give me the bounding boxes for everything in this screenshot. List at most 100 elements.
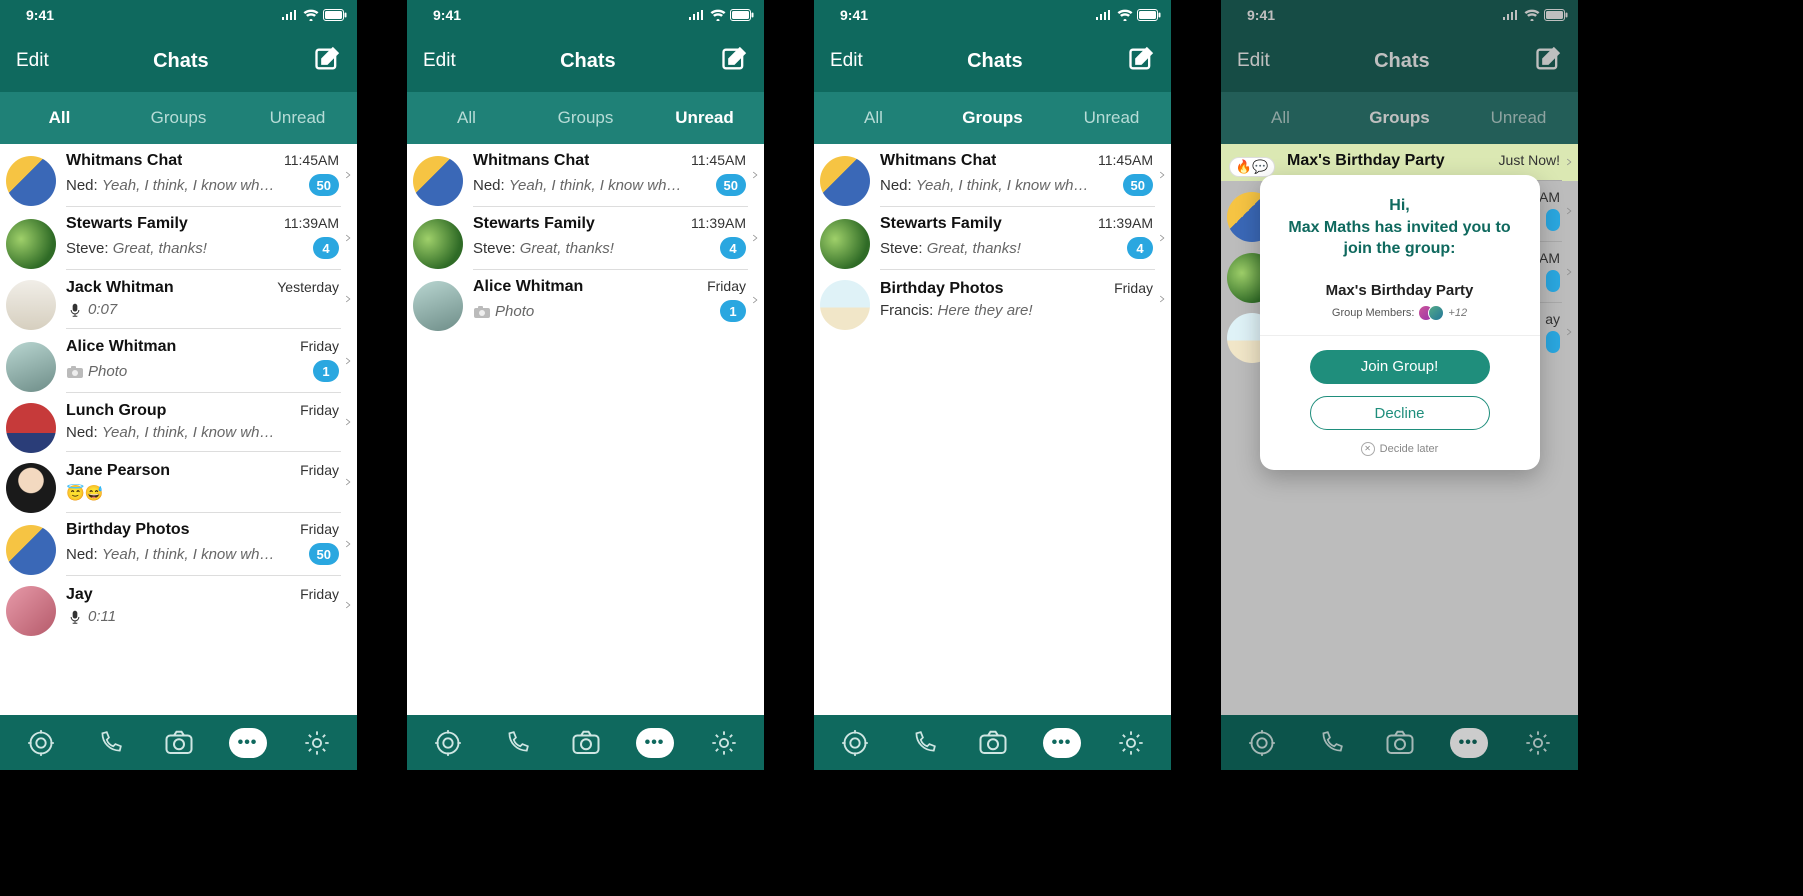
status-bar: 9:41 bbox=[407, 0, 764, 30]
tab-all[interactable]: All bbox=[0, 92, 119, 144]
status-time: 9:41 bbox=[840, 7, 868, 23]
sender-name: Ned: bbox=[880, 177, 916, 194]
chat-list[interactable]: Whitmans Chat11:45AMNed: Yeah, I think, … bbox=[814, 144, 1171, 715]
nav-status[interactable] bbox=[835, 723, 875, 763]
nav-status[interactable] bbox=[428, 723, 468, 763]
chevron-right-icon bbox=[1155, 168, 1169, 192]
chat-time: Friday bbox=[707, 278, 746, 294]
tab-groups[interactable]: Groups bbox=[119, 92, 238, 144]
header: Edit Chats bbox=[407, 30, 764, 92]
chat-row[interactable]: Jane PearsonFriday😇😅 bbox=[0, 453, 357, 513]
tab-unread[interactable]: Unread bbox=[1052, 92, 1171, 144]
emoji-preview: 😇😅 bbox=[66, 485, 103, 502]
chevron-right-icon bbox=[341, 598, 355, 622]
decline-button[interactable]: Decline bbox=[1310, 396, 1490, 430]
compose-button[interactable] bbox=[720, 45, 748, 78]
edit-button[interactable]: Edit bbox=[830, 50, 863, 72]
avatar bbox=[820, 219, 870, 269]
chat-row[interactable]: Whitmans Chat11:45AMNed: Yeah, I think, … bbox=[407, 144, 764, 207]
nav-camera[interactable] bbox=[566, 723, 606, 763]
nav-calls[interactable] bbox=[904, 723, 944, 763]
chat-list[interactable]: Whitmans Chat11:45AMNed: Yeah, I think, … bbox=[407, 144, 764, 715]
chat-bubble-icon: ••• bbox=[1450, 728, 1488, 758]
tab-all[interactable]: All bbox=[407, 92, 526, 144]
edit-button[interactable]: Edit bbox=[16, 50, 49, 72]
gear-icon bbox=[303, 729, 331, 757]
tab-unread[interactable]: Unread bbox=[238, 92, 357, 144]
chat-row[interactable]: Birthday PhotosFridayFrancis: Here they … bbox=[814, 270, 1171, 330]
chat-time: Friday bbox=[1114, 280, 1153, 296]
page-title: Chats bbox=[967, 50, 1023, 73]
edit-button[interactable]: Edit bbox=[423, 50, 456, 72]
chat-row[interactable]: Lunch GroupFridayNed: Yeah, I think, I k… bbox=[0, 393, 357, 453]
avatar bbox=[6, 463, 56, 513]
nav-camera[interactable] bbox=[973, 723, 1013, 763]
chat-name: Jane Pearson bbox=[66, 462, 170, 480]
message-preview: Great, thanks! bbox=[927, 240, 1021, 257]
page-title: Chats bbox=[1374, 50, 1430, 73]
compose-button[interactable] bbox=[1127, 45, 1155, 78]
avatar bbox=[6, 342, 56, 392]
invite-modal: Hi, Max Maths has invited you to join th… bbox=[1260, 175, 1540, 470]
nav-calls[interactable] bbox=[90, 723, 130, 763]
nav-camera bbox=[1380, 723, 1420, 763]
sender-name: Ned: bbox=[66, 177, 102, 194]
status-right bbox=[1095, 9, 1161, 21]
nav-settings[interactable] bbox=[297, 723, 337, 763]
chevron-right-icon bbox=[748, 168, 762, 192]
chat-name: Alice Whitman bbox=[473, 278, 583, 296]
chat-row[interactable]: Stewarts Family11:39AMSteve: Great, than… bbox=[407, 207, 764, 270]
header: Edit Chats bbox=[0, 30, 357, 92]
nav-chats[interactable]: ••• bbox=[635, 723, 675, 763]
screen-groups: 9:41 Edit Chats All Groups Unread Whitma… bbox=[814, 0, 1171, 770]
nav-chats[interactable]: ••• bbox=[1042, 723, 1082, 763]
chat-row[interactable]: Birthday PhotosFridayNed: Yeah, I think,… bbox=[0, 513, 357, 576]
wifi-icon bbox=[710, 9, 726, 21]
phone-icon bbox=[504, 730, 530, 756]
chat-row[interactable]: Stewarts Family11:39AMSteve: Great, than… bbox=[0, 207, 357, 270]
chat-row[interactable]: Alice WhitmanFridayPhoto1 bbox=[0, 330, 357, 393]
chat-list[interactable]: Whitmans Chat11:45AMNed: Yeah, I think, … bbox=[0, 144, 357, 715]
tab-unread[interactable]: Unread bbox=[645, 92, 764, 144]
chat-time: Friday bbox=[300, 521, 339, 537]
chevron-right-icon bbox=[341, 354, 355, 378]
status-right bbox=[1502, 9, 1568, 21]
chat-bubble-icon: ••• bbox=[1043, 728, 1081, 758]
page-title: Chats bbox=[153, 50, 209, 73]
tabs: All Groups Unread bbox=[1221, 92, 1578, 144]
chat-row[interactable]: JayFriday0:11 bbox=[0, 576, 357, 636]
compose-button[interactable] bbox=[313, 45, 341, 78]
decide-later-button[interactable]: ✕ Decide later bbox=[1274, 442, 1526, 456]
battery-icon bbox=[323, 9, 347, 21]
unread-badge: 4 bbox=[313, 237, 339, 259]
tab-all[interactable]: All bbox=[814, 92, 933, 144]
modal-members: Group Members: +12 bbox=[1274, 305, 1526, 321]
unread-badge: 50 bbox=[309, 174, 339, 196]
tab-groups[interactable]: Groups bbox=[526, 92, 645, 144]
chat-row[interactable]: Jack WhitmanYesterday0:07 bbox=[0, 270, 357, 330]
status-time: 9:41 bbox=[1247, 7, 1275, 23]
chat-row[interactable]: Whitmans Chat11:45AMNed: Yeah, I think, … bbox=[814, 144, 1171, 207]
nav-calls[interactable] bbox=[497, 723, 537, 763]
nav-status[interactable] bbox=[21, 723, 61, 763]
compose-icon bbox=[1127, 45, 1155, 73]
nav-settings[interactable] bbox=[1111, 723, 1151, 763]
chat-row[interactable]: Alice WhitmanFridayPhoto1 bbox=[407, 270, 764, 332]
bottom-bar: ••• bbox=[1221, 715, 1578, 770]
wifi-icon bbox=[303, 9, 319, 21]
nav-chats[interactable]: ••• bbox=[228, 723, 268, 763]
avatar bbox=[820, 156, 870, 206]
nav-settings[interactable] bbox=[704, 723, 744, 763]
avatar bbox=[820, 280, 870, 330]
chat-row[interactable]: Stewarts Family11:39AMSteve: Great, than… bbox=[814, 207, 1171, 270]
voice-duration: 0:07 bbox=[88, 301, 117, 318]
nav-camera[interactable] bbox=[159, 723, 199, 763]
chat-bubble-icon: ••• bbox=[636, 728, 674, 758]
chat-row[interactable]: Whitmans Chat11:45AMNed: Yeah, I think, … bbox=[0, 144, 357, 207]
nav-status bbox=[1242, 723, 1282, 763]
sender-name: Steve: bbox=[66, 240, 113, 257]
avatar bbox=[413, 219, 463, 269]
bottom-bar: ••• bbox=[0, 715, 357, 770]
tab-groups[interactable]: Groups bbox=[933, 92, 1052, 144]
join-group-button[interactable]: Join Group! bbox=[1310, 350, 1490, 384]
